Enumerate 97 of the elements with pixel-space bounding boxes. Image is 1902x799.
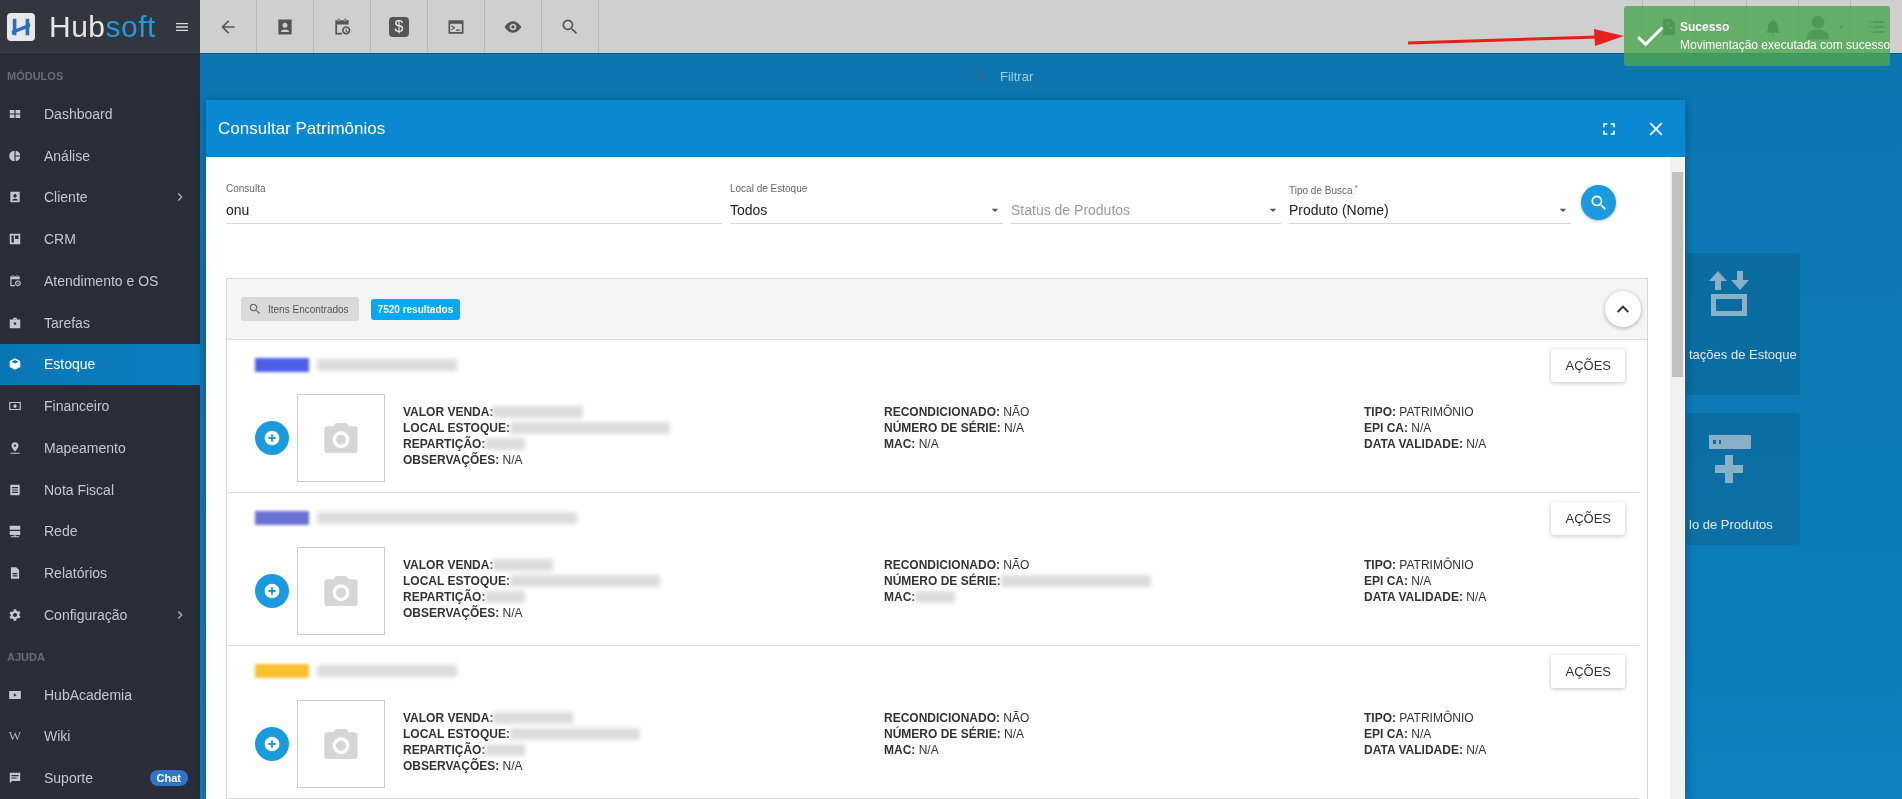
field-text: MAC: N/A — [884, 437, 939, 451]
wiki-glyph-icon: W — [8, 728, 22, 745]
blurred-text — [485, 438, 526, 450]
field-text: TIPO: PATRIMÔNIO — [1364, 558, 1474, 572]
sidebar-item[interactable]: Tarefas — [0, 301, 200, 344]
field-label: Consulta — [226, 183, 267, 196]
field-label: LOCAL ESTOQUE: — [403, 421, 510, 435]
field-text: MAC: N/A — [884, 743, 939, 757]
sidebar-item[interactable]: Dashboard — [0, 93, 200, 135]
dollar-icon: $ — [389, 16, 409, 37]
blurred-text — [485, 744, 526, 756]
kanban-board-icon — [8, 232, 22, 247]
field-text: EPI CA: N/A — [1364, 574, 1432, 588]
billing-button[interactable]: $ — [371, 0, 428, 53]
results-chip: Itens Encontrados — [241, 297, 359, 321]
field-label: VALOR VENDA: — [403, 711, 494, 725]
sidebar-item[interactable]: Cliente — [0, 176, 200, 219]
collapse-button[interactable] — [1605, 291, 1641, 327]
field-text: DATA VALIDADE: N/A — [1364, 743, 1487, 757]
sidebar-item[interactable]: Estoque — [0, 343, 200, 386]
pie-chart-icon — [8, 148, 22, 163]
sidebar-item[interactable]: Configuração — [0, 594, 200, 636]
field-text: OBSERVAÇÕES: N/A — [403, 759, 523, 773]
dialog-title: Consultar Patrimônios — [218, 118, 387, 139]
select-field[interactable]: Produto (Nome) — [1289, 200, 1571, 223]
actions-button[interactable]: AÇÕES — [1551, 501, 1625, 535]
sidebar-item[interactable]: Mapeamento — [0, 427, 200, 469]
field-text: OBSERVAÇÕES: N/A — [403, 453, 523, 467]
field-text: TIPO: PATRIMÔNIO — [1364, 405, 1474, 419]
contact-card-icon — [8, 190, 22, 205]
field-label: VALOR VENDA: — [403, 405, 494, 419]
shortcut-card[interactable]: tações de Estoque — [1686, 253, 1800, 395]
blurred-text — [915, 591, 956, 603]
add-button[interactable] — [255, 421, 289, 455]
sidebar-item[interactable]: Nota Fiscal — [0, 468, 200, 511]
briefcase-icon — [8, 315, 22, 330]
cube-icon — [8, 357, 22, 372]
add-button[interactable] — [255, 727, 289, 761]
sidebar-item[interactable]: Atendimento e OS — [0, 260, 200, 302]
field-text: EPI CA: N/A — [1364, 727, 1432, 741]
field-text: RECONDICIONADO: NÃO — [884, 558, 1030, 572]
search-icon — [248, 302, 262, 316]
actions-button[interactable]: AÇÕES — [1551, 348, 1625, 382]
scrollbar[interactable] — [1670, 157, 1685, 799]
field-label: NÚMERO DE SÉRIE: — [884, 574, 1001, 588]
toast-message: Movimentação executada com sucesso — [1680, 38, 1891, 52]
field-text: NÚMERO DE SÉRIE: N/A — [884, 727, 1025, 741]
field-text: RECONDICIONADO: NÃO — [884, 711, 1030, 725]
field-text: DATA VALIDADE: N/A — [1364, 590, 1487, 604]
field-label: REPARTIÇÃO: — [403, 743, 486, 757]
server-icon — [8, 524, 22, 539]
sidebar-item[interactable]: Relatórios — [0, 552, 200, 594]
shortcut-card[interactable]: lo de Produtos — [1686, 413, 1800, 545]
actions-button[interactable]: AÇÕES — [1551, 654, 1625, 688]
section-title: AJUDA — [6, 649, 46, 665]
map-pin-icon — [8, 440, 22, 455]
field-label: REPARTIÇÃO: — [403, 437, 486, 451]
gear-icon — [8, 607, 22, 622]
chevron-up-icon — [1617, 305, 1629, 313]
logo-icon — [7, 13, 35, 41]
field-label: MAC: — [884, 590, 916, 604]
sidebar-item[interactable]: CRM — [0, 218, 200, 260]
document-icon — [8, 482, 22, 497]
sidebar-item[interactable]: Rede — [0, 510, 200, 553]
field-label: Local de Estoque — [730, 183, 809, 196]
field-label: Tipo de Busca $^{*}$ — [1289, 183, 1359, 196]
toast-title: Sucesso — [1680, 20, 1730, 34]
search-button[interactable] — [1581, 185, 1616, 220]
field-label: REPARTIÇÃO: — [403, 590, 486, 604]
field-text: RECONDICIONADO: NÃO — [884, 405, 1030, 419]
sidebar-item[interactable]: W Wiki — [0, 715, 200, 758]
input-field[interactable]: onu — [226, 200, 722, 223]
add-button[interactable] — [255, 574, 289, 608]
app-logo: Hubsoft — [49, 10, 156, 44]
field-label: LOCAL ESTOQUE: — [403, 574, 510, 588]
sidebar-item[interactable]: Suporte Chat — [0, 757, 200, 799]
field-text: TIPO: PATRIMÔNIO — [1364, 711, 1474, 725]
file-icon — [8, 566, 22, 581]
blurred-text — [493, 559, 554, 571]
field-label: LOCAL ESTOQUE: — [403, 727, 510, 741]
search-icon — [970, 67, 990, 87]
field-text: OBSERVAÇÕES: N/A — [403, 606, 523, 620]
sidebar-item[interactable]: Financeiro — [0, 385, 200, 427]
field-label: VALOR VENDA: — [403, 558, 494, 572]
filter-field[interactable]: Filtrar — [970, 66, 1140, 88]
field-text: DATA VALIDADE: N/A — [1364, 437, 1487, 451]
results-count-badge: 7520 resultados — [370, 298, 461, 320]
sidebar-item[interactable]: HubAcademia — [0, 673, 200, 716]
section-title: MÓDULOS — [6, 69, 65, 84]
select-field[interactable]: Todos — [730, 200, 1003, 223]
blurred-text — [485, 591, 526, 603]
field-text: NÚMERO DE SÉRIE: N/A — [884, 421, 1025, 435]
chat-badge: Chat — [149, 770, 188, 787]
calendar-clock-icon — [332, 16, 352, 37]
sidebar-item[interactable]: Análise — [0, 134, 200, 177]
calendar-clock-icon — [8, 273, 22, 288]
field-text: EPI CA: N/A — [1364, 421, 1432, 435]
